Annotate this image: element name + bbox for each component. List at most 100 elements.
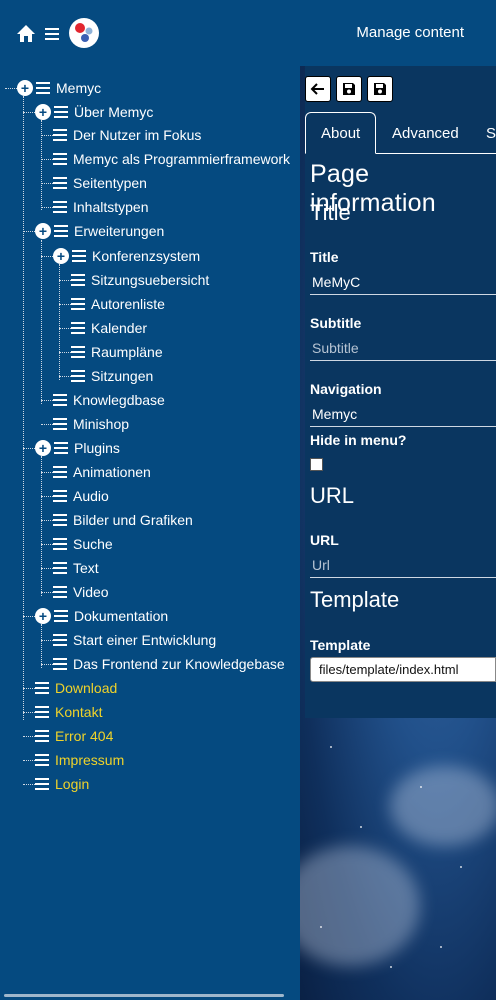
tree-item-label[interactable]: Erweiterungen — [74, 223, 164, 239]
tree-item-label[interactable]: Das Frontend zur Knowledgebase — [73, 656, 285, 672]
tree-item[interactable]: Raumpläne — [71, 340, 163, 364]
drag-handle-icon[interactable] — [53, 466, 67, 478]
save-and-close-button[interactable] — [367, 76, 393, 102]
tree-item-label[interactable]: Sitzungen — [91, 368, 153, 384]
drag-handle-icon[interactable] — [53, 490, 67, 502]
tree-item-label[interactable]: Impressum — [55, 752, 124, 768]
tree-item[interactable]: Knowlegdbase — [53, 388, 165, 412]
drag-handle-icon[interactable] — [35, 754, 49, 766]
back-button[interactable] — [305, 76, 331, 102]
tree-item[interactable]: Start einer Entwicklung — [53, 628, 216, 652]
tree-item[interactable]: Das Frontend zur Knowledgebase — [53, 652, 285, 676]
tree-item-label[interactable]: Audio — [73, 488, 109, 504]
tree-item-label[interactable]: Start einer Entwicklung — [73, 632, 216, 648]
tree-item[interactable]: Sitzungen — [71, 364, 153, 388]
tree-item[interactable]: Animationen — [53, 460, 151, 484]
tree-item[interactable]: Error 404 — [35, 724, 113, 748]
tree-item-label[interactable]: Kontakt — [55, 704, 102, 720]
expand-plus-icon[interactable]: + — [35, 440, 51, 456]
tree-item-label[interactable]: Der Nutzer im Fokus — [73, 127, 201, 143]
drag-handle-icon[interactable] — [53, 153, 67, 165]
drag-handle-icon[interactable] — [53, 201, 67, 213]
tree-item-label[interactable]: Inhaltstypen — [73, 199, 149, 215]
drag-handle-icon[interactable] — [53, 514, 67, 526]
template-select[interactable]: files/template/index.html — [310, 657, 496, 682]
tree-item[interactable]: + Plugins — [35, 436, 120, 460]
tree-item[interactable]: Video — [53, 580, 109, 604]
tree-item-label[interactable]: Login — [55, 776, 89, 792]
hamburger-menu-icon[interactable] — [44, 26, 60, 42]
tree-item-label[interactable]: Animationen — [73, 464, 151, 480]
tree-item[interactable]: Autorenliste — [71, 292, 165, 316]
drag-handle-icon[interactable] — [72, 250, 86, 262]
tree-item[interactable]: Sitzungsuebersicht — [71, 268, 209, 292]
tree-item-label[interactable]: Bilder und Grafiken — [73, 512, 193, 528]
home-icon[interactable] — [16, 24, 36, 44]
tree-item[interactable]: Audio — [53, 484, 109, 508]
expand-plus-icon[interactable]: + — [35, 608, 51, 624]
title-input[interactable]: MeMyC — [310, 271, 496, 295]
tree-item[interactable]: Text — [53, 556, 99, 580]
tree-item-label[interactable]: Raumpläne — [91, 344, 163, 360]
tree-item[interactable]: + Konferenzsystem — [53, 244, 200, 268]
expand-plus-icon[interactable]: + — [35, 104, 51, 120]
drag-handle-icon[interactable] — [53, 177, 67, 189]
tree-item[interactable]: Seitentypen — [53, 171, 147, 195]
drag-handle-icon[interactable] — [53, 418, 67, 430]
tree-item-label[interactable]: Seitentypen — [73, 175, 147, 191]
subtitle-input[interactable]: Subtitle — [310, 337, 496, 361]
tree-item-label[interactable]: Suche — [73, 536, 113, 552]
expand-plus-icon[interactable]: + — [17, 80, 33, 96]
drag-handle-icon[interactable] — [53, 394, 67, 406]
tree-item[interactable]: Kontakt — [35, 700, 102, 724]
drag-handle-icon[interactable] — [35, 706, 49, 718]
drag-handle-icon[interactable] — [53, 658, 67, 670]
drag-handle-icon[interactable] — [71, 370, 85, 382]
drag-handle-icon[interactable] — [53, 129, 67, 141]
tree-item[interactable]: + Dokumentation — [35, 604, 168, 628]
expand-plus-icon[interactable]: + — [35, 223, 51, 239]
tab-advanced[interactable]: Advanced — [392, 112, 459, 154]
tree-item[interactable]: Download — [35, 676, 117, 700]
url-input[interactable]: Url — [310, 554, 496, 578]
tree-item-label[interactable]: Kalender — [91, 320, 147, 336]
tree-item-label[interactable]: Autorenliste — [91, 296, 165, 312]
save-button[interactable] — [336, 76, 362, 102]
drag-handle-icon[interactable] — [71, 346, 85, 358]
navigation-input[interactable]: Memyc — [310, 403, 496, 427]
horizontal-scrollbar[interactable] — [4, 994, 284, 997]
drag-handle-icon[interactable] — [53, 562, 67, 574]
tree-item-label[interactable]: Memyc als Programmierframework — [73, 151, 290, 167]
tree-item[interactable]: Impressum — [35, 748, 124, 772]
drag-handle-icon[interactable] — [54, 610, 68, 622]
tree-item-label[interactable]: Memyc — [56, 80, 101, 96]
tree-item-label[interactable]: Minishop — [73, 416, 129, 432]
expand-plus-icon[interactable]: + — [53, 248, 69, 264]
drag-handle-icon[interactable] — [54, 442, 68, 454]
drag-handle-icon[interactable] — [54, 225, 68, 237]
hide-in-menu-checkbox[interactable] — [310, 458, 323, 471]
tree-item-label[interactable]: Plugins — [74, 440, 120, 456]
drag-handle-icon[interactable] — [36, 82, 50, 94]
tree-item[interactable]: Memyc als Programmierframework — [53, 147, 290, 171]
drag-handle-icon[interactable] — [35, 778, 49, 790]
tree-item[interactable]: + Erweiterungen — [35, 219, 164, 243]
drag-handle-icon[interactable] — [53, 586, 67, 598]
drag-handle-icon[interactable] — [71, 298, 85, 310]
tree-item[interactable]: Login — [35, 772, 89, 796]
tree-item-label[interactable]: Text — [73, 560, 99, 576]
tree-item[interactable]: Kalender — [71, 316, 147, 340]
tree-item-label[interactable]: Über Memyc — [74, 104, 153, 120]
tree-item-label[interactable]: Sitzungsuebersicht — [91, 272, 209, 288]
tree-item[interactable]: + Über Memyc — [35, 100, 153, 124]
drag-handle-icon[interactable] — [71, 322, 85, 334]
drag-handle-icon[interactable] — [35, 730, 49, 742]
memyc-logo-icon[interactable] — [68, 17, 100, 49]
drag-handle-icon[interactable] — [53, 538, 67, 550]
tree-item[interactable]: Minishop — [53, 412, 129, 436]
tree-item[interactable]: Inhaltstypen — [53, 195, 149, 219]
drag-handle-icon[interactable] — [54, 106, 68, 118]
tree-item-label[interactable]: Konferenzsystem — [92, 248, 200, 264]
tree-item[interactable]: Suche — [53, 532, 113, 556]
tree-item[interactable]: Der Nutzer im Fokus — [53, 123, 201, 147]
